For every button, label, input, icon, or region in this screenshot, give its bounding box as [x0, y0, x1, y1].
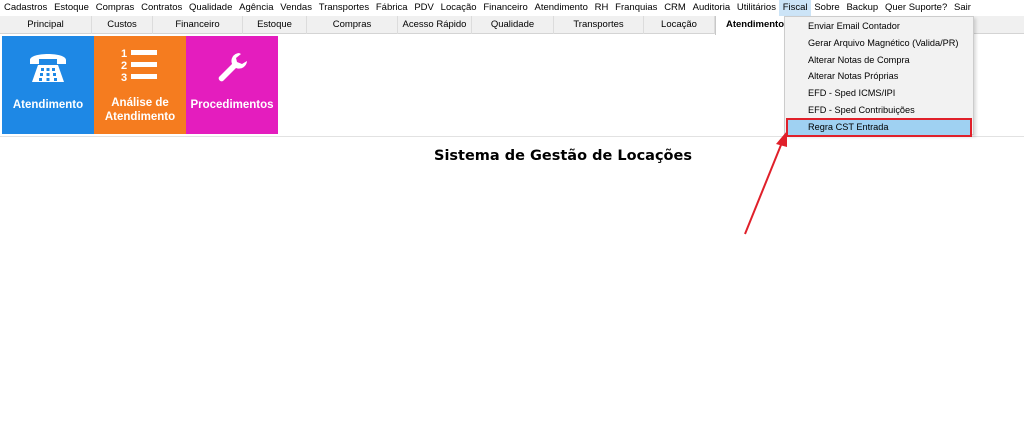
- menu-bar: Cadastros Estoque Compras Contratos Qual…: [0, 0, 1024, 16]
- tab-qualidade[interactable]: Qualidade: [472, 16, 554, 34]
- tile-label: Atendimento: [12, 99, 84, 111]
- menu-rh[interactable]: RH: [591, 0, 612, 16]
- menu-sair[interactable]: Sair: [951, 0, 975, 16]
- red-arrow-icon: [744, 131, 787, 235]
- tab-atendimento[interactable]: Atendimento: [715, 16, 795, 35]
- menu-cadastros[interactable]: Cadastros: [0, 0, 51, 16]
- tab-principal[interactable]: Principal: [0, 16, 92, 34]
- menu-compras[interactable]: Compras: [92, 0, 137, 16]
- menu-item-gerar-arquivo-magnetico[interactable]: Gerar Arquivo Magnético (Valida/PR): [785, 35, 973, 52]
- menu-agencia[interactable]: Agência: [236, 0, 277, 16]
- menu-item-alterar-notas-proprias[interactable]: Alterar Notas Próprias: [785, 68, 973, 85]
- tile-label: Procedimentos: [190, 99, 274, 111]
- tile-atendimento[interactable]: Atendimento: [2, 36, 94, 134]
- shortcut-tiles: Atendimento 1 2 3 Análise de Atendimento…: [2, 36, 278, 134]
- wrench-icon: [218, 53, 247, 82]
- page-title: Sistema de Gestão de Locações: [434, 148, 692, 164]
- menu-locacao[interactable]: Locação: [437, 0, 480, 16]
- menu-backup[interactable]: Backup: [843, 0, 881, 16]
- svg-text:2: 2: [121, 60, 127, 72]
- menu-transportes[interactable]: Transportes: [315, 0, 372, 16]
- menu-item-regra-cst-entrada[interactable]: Regra CST Entrada: [786, 117, 972, 137]
- menu-item-efd-sped-icms-ipi[interactable]: EFD - Sped ICMS/IPI: [785, 85, 973, 102]
- menu-sobre[interactable]: Sobre: [811, 0, 843, 16]
- menu-fabrica[interactable]: Fábrica: [372, 0, 410, 16]
- menu-estoque[interactable]: Estoque: [51, 0, 93, 16]
- telephone-icon: [30, 54, 66, 82]
- tab-financeiro[interactable]: Financeiro: [153, 16, 243, 34]
- menu-pdv[interactable]: PDV: [411, 0, 437, 16]
- menu-financeiro[interactable]: Financeiro: [480, 0, 531, 16]
- menu-utilitarios[interactable]: Utilitários: [734, 0, 780, 16]
- menu-vendas[interactable]: Vendas: [277, 0, 315, 16]
- menu-qualidade[interactable]: Qualidade: [186, 0, 236, 16]
- menu-contratos[interactable]: Contratos: [138, 0, 186, 16]
- tile-label: Análise de Atendimento: [104, 97, 176, 123]
- menu-auditoria[interactable]: Auditoria: [689, 0, 733, 16]
- numbered-list-icon: 1 2 3: [121, 48, 157, 84]
- menu-item-enviar-email-contador[interactable]: Enviar Email Contador: [785, 18, 973, 35]
- menu-fiscal[interactable]: Fiscal: [779, 0, 811, 16]
- menu-item-efd-sped-contribuicoes[interactable]: EFD - Sped Contribuições: [785, 102, 973, 119]
- tile-analise-de-atendimento[interactable]: 1 2 3 Análise de Atendimento: [94, 36, 186, 134]
- svg-text:3: 3: [121, 72, 127, 84]
- tab-compras[interactable]: Compras: [307, 16, 398, 34]
- menu-atendimento[interactable]: Atendimento: [531, 0, 591, 16]
- tab-estoque[interactable]: Estoque: [243, 16, 307, 34]
- tab-acesso-rapido[interactable]: Acesso Rápido: [398, 16, 472, 34]
- fiscal-dropdown-menu: Enviar Email Contador Gerar Arquivo Magn…: [784, 16, 974, 137]
- menu-item-alterar-notas-compra[interactable]: Alterar Notas de Compra: [785, 52, 973, 69]
- tab-locacao[interactable]: Locação: [644, 16, 715, 34]
- divider: [0, 136, 1024, 137]
- tile-procedimentos[interactable]: Procedimentos: [186, 36, 278, 134]
- tab-custos[interactable]: Custos: [92, 16, 153, 34]
- menu-crm[interactable]: CRM: [661, 0, 689, 16]
- menu-franquias[interactable]: Franquias: [612, 0, 661, 16]
- menu-quer-suporte[interactable]: Quer Suporte?: [882, 0, 951, 16]
- svg-text:1: 1: [121, 48, 127, 60]
- tab-transportes[interactable]: Transportes: [554, 16, 644, 34]
